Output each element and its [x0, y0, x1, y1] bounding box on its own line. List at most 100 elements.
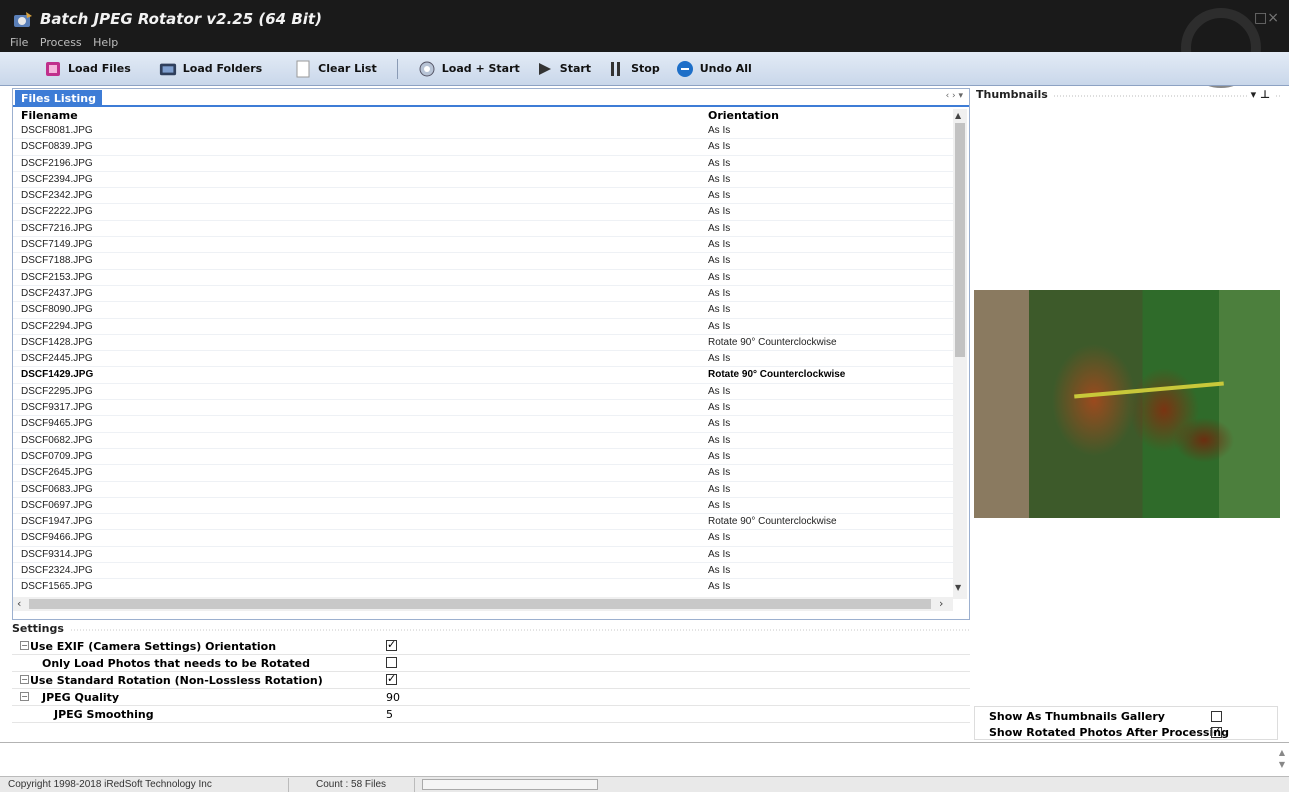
horizontal-scroll-thumb[interactable] — [29, 599, 931, 609]
orientation-cell: As Is — [708, 418, 731, 430]
table-row[interactable]: DSCF2294.JPG As Is — [13, 319, 953, 335]
orientation-cell: As Is — [708, 157, 731, 169]
setting-row[interactable]: − JPEG Quality 90 — [12, 690, 970, 706]
load-files-icon — [44, 60, 62, 78]
table-row[interactable]: DSCF0709.JPG As Is — [13, 449, 953, 466]
load-folders-button[interactable]: Load Folders — [151, 56, 270, 82]
thumbnails-title: Thumbnails ▾ ⊥ — [974, 88, 1280, 104]
window-controls[interactable]: □× — [1254, 10, 1279, 26]
setting-value — [386, 638, 397, 654]
setting-row[interactable]: − Use EXIF (Camera Settings) Orientation — [12, 638, 970, 655]
stop-button[interactable]: Stop — [599, 56, 668, 82]
scroll-up-icon[interactable]: ▲ — [955, 111, 961, 120]
pin-icon[interactable]: ▾ ⊥ — [1246, 88, 1276, 101]
column-orientation[interactable]: Orientation — [708, 109, 779, 122]
table-row[interactable]: DSCF2153.JPG As Is — [13, 270, 953, 286]
setting-checkbox[interactable] — [386, 657, 397, 668]
orientation-cell: As Is — [708, 434, 731, 446]
clear-list-button[interactable]: Clear List — [286, 56, 385, 82]
scroll-down-icon[interactable]: ▼ — [955, 583, 961, 592]
vertical-scrollbar[interactable]: ▲ ▼ — [953, 109, 967, 599]
menu-file[interactable]: File — [10, 36, 28, 49]
table-row[interactable]: DSCF2222.JPG As Is — [13, 204, 953, 221]
table-row[interactable]: DSCF0682.JPG As Is — [13, 433, 953, 449]
column-filename[interactable]: Filename — [21, 109, 78, 122]
file-list: DSCF8081.JPG As Is DSCF0839.JPG As Is DSCF21… — [13, 123, 953, 595]
collapse-icon[interactable]: − — [20, 675, 29, 684]
table-row[interactable]: DSCF2645.JPG As Is — [13, 465, 953, 482]
setting-checkbox[interactable] — [386, 672, 397, 685]
tab-files-listing[interactable]: Files Listing — [15, 90, 102, 107]
scroll-right-icon[interactable]: › — [939, 597, 943, 610]
filename-cell: DSCF9465.JPG — [21, 418, 93, 430]
filename-cell: DSCF9314.JPG — [21, 548, 93, 560]
table-row[interactable]: DSCF7188.JPG As Is — [13, 253, 953, 270]
collapse-icon[interactable]: − — [20, 641, 29, 650]
menu-help[interactable]: Help — [93, 36, 118, 49]
undo-all-button[interactable]: Undo All — [668, 56, 760, 82]
load-start-button[interactable]: Load + Start — [410, 56, 528, 82]
stop-icon — [607, 60, 625, 78]
table-row[interactable]: DSCF2342.JPG As Is — [13, 188, 953, 205]
menu-process[interactable]: Process — [40, 36, 82, 49]
table-row[interactable]: DSCF0839.JPG As Is — [13, 139, 953, 156]
table-row[interactable]: DSCF8081.JPG As Is — [13, 123, 953, 140]
window-title: Batch JPEG Rotator v2.25 (64 Bit) — [40, 10, 322, 28]
table-row[interactable]: DSCF2437.JPG As Is — [13, 286, 953, 303]
orientation-cell: As Is — [708, 271, 731, 283]
filename-cell: DSCF0839.JPG — [21, 141, 93, 153]
start-icon — [536, 60, 554, 78]
tab-nav-arrows[interactable]: ‹ › ▾ — [946, 91, 963, 101]
setting-value[interactable]: 5 — [386, 708, 393, 721]
collapse-icon[interactable]: − — [20, 692, 29, 701]
filename-cell: DSCF2394.JPG — [21, 173, 93, 185]
load-files-button[interactable]: Load Files — [36, 56, 139, 82]
table-row[interactable]: DSCF8090.JPG As Is — [13, 302, 953, 319]
table-row[interactable]: DSCF1428.JPG Rotate 90° Counterclockwise — [13, 335, 953, 352]
table-row[interactable]: DSCF2196.JPG As Is — [13, 156, 953, 172]
show-gallery-checkbox[interactable] — [1211, 711, 1222, 722]
filename-cell: DSCF7188.JPG — [21, 255, 93, 267]
table-row[interactable]: DSCF1947.JPG Rotate 90° Counterclockwise — [13, 514, 953, 531]
orientation-cell: As Is — [708, 385, 731, 397]
filename-cell: DSCF0683.JPG — [21, 483, 93, 495]
filename-cell: DSCF1428.JPG — [21, 336, 93, 348]
setting-value[interactable]: 90 — [386, 691, 400, 704]
table-row[interactable]: DSCF9466.JPG As Is — [13, 530, 953, 547]
status-bar: Copyright 1998-2018 iRedSoft Technology … — [0, 776, 1289, 792]
log-area[interactable]: ▲ ▼ — [0, 742, 1289, 776]
start-button[interactable]: Start — [528, 56, 599, 82]
table-row[interactable]: DSCF7149.JPG As Is — [13, 237, 953, 254]
status-divider — [288, 778, 289, 792]
vertical-scroll-thumb[interactable] — [955, 123, 965, 357]
setting-label: Only Load Photos that needs to be Rotate… — [42, 657, 311, 670]
show-rotated-checkbox[interactable] — [1211, 725, 1222, 738]
table-row[interactable]: DSCF1429.JPG Rotate 90° Counterclockwise — [13, 367, 953, 384]
table-row[interactable]: DSCF9317.JPG As Is — [13, 400, 953, 417]
table-row[interactable]: DSCF0683.JPG As Is — [13, 482, 953, 498]
table-row[interactable]: DSCF2445.JPG As Is — [13, 351, 953, 368]
table-row[interactable]: DSCF7216.JPG As Is — [13, 221, 953, 238]
log-scroll-arrows[interactable]: ▲ ▼ — [1279, 747, 1285, 771]
orientation-cell: As Is — [708, 565, 731, 577]
table-row[interactable]: DSCF2324.JPG As Is — [13, 563, 953, 580]
horizontal-scrollbar[interactable]: ‹ › — [13, 597, 953, 611]
filename-cell: DSCF8081.JPG — [21, 125, 93, 136]
setting-checkbox[interactable] — [386, 638, 397, 651]
setting-row[interactable]: JPEG Smoothing 5 — [12, 707, 970, 723]
copyright-text: Copyright 1998-2018 iRedSoft Technology … — [8, 779, 212, 790]
setting-row[interactable]: Only Load Photos that needs to be Rotate… — [12, 656, 970, 672]
orientation-cell: As Is — [708, 173, 731, 185]
table-row[interactable]: DSCF0697.JPG As Is — [13, 498, 953, 515]
table-row[interactable]: DSCF9314.JPG As Is — [13, 547, 953, 564]
table-row[interactable]: DSCF2394.JPG As Is — [13, 172, 953, 189]
table-row[interactable]: DSCF2295.JPG As Is — [13, 384, 953, 401]
thumbnails-panel: Thumbnails ▾ ⊥ Show As Thumbnails Galler… — [974, 88, 1280, 740]
table-row[interactable]: DSCF9465.JPG As Is — [13, 416, 953, 433]
filename-cell: DSCF0682.JPG — [21, 434, 93, 446]
stop-label: Stop — [631, 62, 660, 75]
table-row[interactable]: DSCF1565.JPG As Is — [13, 579, 953, 595]
scroll-left-icon[interactable]: ‹ — [17, 597, 21, 610]
setting-label: Use Standard Rotation (Non-Lossless Rota… — [30, 674, 323, 687]
setting-row[interactable]: − Use Standard Rotation (Non-Lossless Rot… — [12, 672, 970, 689]
